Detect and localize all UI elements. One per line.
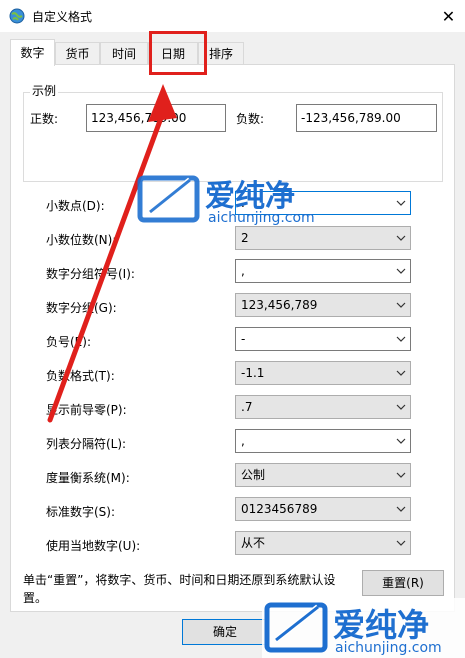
- negative-sign-combo[interactable]: -: [235, 327, 411, 351]
- combo-value: .: [241, 196, 245, 210]
- chevron-down-icon: [396, 302, 406, 308]
- digit-grouping-dropdown[interactable]: 123,456,789: [235, 293, 411, 317]
- tab-label: 货币: [65, 47, 90, 61]
- tab-label: 数字: [20, 46, 45, 60]
- measurement-system-dropdown[interactable]: 公制: [235, 463, 411, 487]
- negative-sign-label: 负号(E):: [46, 335, 91, 349]
- ok-button[interactable]: 确定: [182, 619, 268, 645]
- chevron-down-icon: [396, 506, 406, 512]
- tab-label: 排序: [208, 47, 233, 61]
- watermark-bottom-url: aichunjing.com: [335, 640, 442, 656]
- negative-label: 负数:: [236, 112, 265, 126]
- standard-digits-label: 标准数字(S):: [46, 505, 116, 519]
- annotation-highlight-box: [149, 31, 207, 75]
- standard-digits-dropdown[interactable]: 0123456789: [235, 497, 411, 521]
- close-icon: ✕: [441, 6, 456, 26]
- chevron-down-icon: [396, 336, 406, 342]
- chevron-down-icon: [396, 235, 406, 241]
- chevron-down-icon: [396, 268, 406, 274]
- decimal-places-label: 小数位数(N):: [46, 233, 117, 247]
- combo-value: 2: [241, 231, 249, 245]
- chevron-down-icon: [396, 438, 406, 444]
- chevron-down-icon: [396, 472, 406, 478]
- tab-time[interactable]: 时间: [100, 42, 148, 64]
- combo-value: 从不: [241, 536, 266, 550]
- decimal-places-dropdown[interactable]: 2: [235, 226, 411, 250]
- reset-note-line1: 单击“重置”，将数字、货币、时间和日期还原到系统默认设: [23, 573, 336, 587]
- positive-label: 正数:: [30, 112, 59, 126]
- decimal-symbol-label: 小数点(D):: [46, 199, 105, 213]
- window-title: 自定义格式: [32, 10, 93, 24]
- native-digits-dropdown[interactable]: 从不: [235, 531, 411, 555]
- tab-number[interactable]: 数字: [10, 39, 55, 66]
- leading-zero-dropdown[interactable]: .7: [235, 395, 411, 419]
- reset-button[interactable]: 重置(R): [362, 570, 444, 596]
- positive-sample-field: 123,456,789.00: [86, 104, 226, 132]
- combo-value: ,: [241, 434, 245, 448]
- native-digits-label: 使用当地数字(U):: [46, 539, 141, 553]
- chevron-down-icon: [396, 200, 406, 206]
- decimal-symbol-combo[interactable]: .: [235, 191, 411, 215]
- chevron-down-icon: [396, 404, 406, 410]
- negative-sample-field: -123,456,789.00: [296, 104, 437, 132]
- combo-value: -: [241, 332, 246, 346]
- measurement-system-label: 度量衡系统(M):: [46, 471, 130, 485]
- leading-zero-label: 显示前导零(P):: [46, 403, 127, 417]
- title-bar: 自定义格式 ✕: [0, 0, 465, 32]
- chevron-down-icon: [396, 540, 406, 546]
- reset-note-line2: 置。: [23, 591, 48, 605]
- sample-group-label: 示例: [30, 82, 59, 99]
- negative-format-label: 负数格式(T):: [46, 369, 115, 383]
- combo-value: 0123456789: [241, 502, 318, 516]
- combo-value: .7: [241, 400, 253, 414]
- chevron-down-icon: [396, 370, 406, 376]
- list-separator-combo[interactable]: ,: [235, 429, 411, 453]
- combo-value: 123,456,789: [241, 298, 318, 312]
- list-separator-label: 列表分隔符(L):: [46, 437, 127, 451]
- tab-currency[interactable]: 货币: [55, 42, 100, 64]
- combo-value: 公制: [241, 468, 266, 482]
- digit-grouping-symbol-label: 数字分组符号(I):: [46, 267, 135, 281]
- negative-format-dropdown[interactable]: -1.1: [235, 361, 411, 385]
- close-button[interactable]: ✕: [432, 0, 465, 32]
- tab-label: 时间: [111, 47, 136, 61]
- combo-value: ,: [241, 264, 245, 278]
- globe-icon: [9, 8, 25, 24]
- digit-grouping-symbol-combo[interactable]: ,: [235, 259, 411, 283]
- digit-grouping-label: 数字分组(G):: [46, 301, 117, 315]
- combo-value: -1.1: [241, 366, 265, 380]
